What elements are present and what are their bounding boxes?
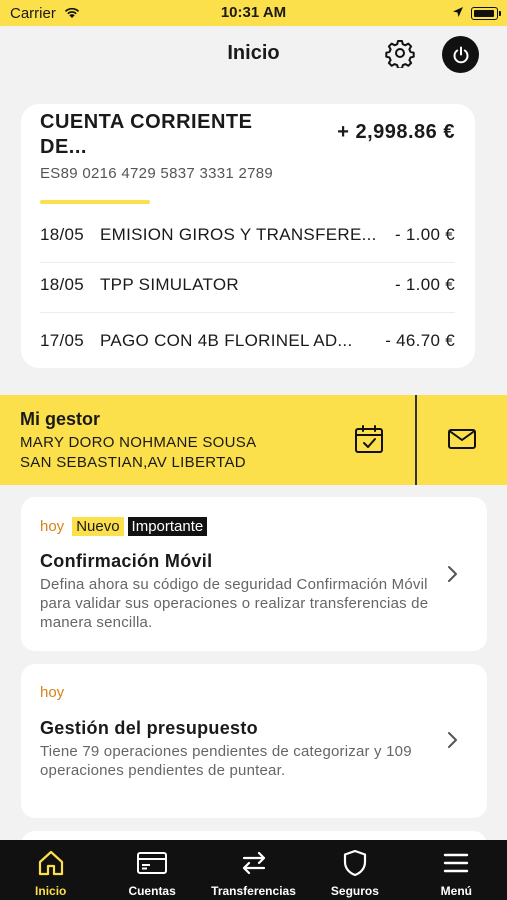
manager-panel: Mi gestor MARY DORO NOHMANE SOUSA SAN SE… bbox=[0, 395, 507, 485]
home-icon bbox=[38, 850, 63, 876]
tab-menu[interactable]: Menú bbox=[406, 840, 507, 900]
tab-label: Seguros bbox=[330, 884, 379, 898]
transaction-date: 18/05 bbox=[40, 275, 85, 294]
notification-card[interactable]: hoy Nuevo Importante Confirmación Móvil … bbox=[21, 497, 487, 651]
header: Inicio bbox=[0, 26, 507, 86]
account-balance: + 2,998.86 € bbox=[337, 121, 455, 143]
battery-icon bbox=[471, 7, 501, 20]
transaction-concept: PAGO CON 4B FLORINEL AD... bbox=[100, 330, 353, 350]
transaction-row[interactable]: 18/05 TPP SIMULATOR - 1.00 € bbox=[40, 258, 455, 313]
tab-cuentas[interactable]: Cuentas bbox=[101, 840, 202, 900]
divider bbox=[415, 395, 417, 485]
notification-date: hoy bbox=[40, 518, 65, 535]
account-iban: ES89 0216 4729 5837 3331 2789 bbox=[40, 165, 274, 182]
notification-body: Defina ahora su código de seguridad Conf… bbox=[40, 576, 429, 631]
calendar-appointment-icon[interactable] bbox=[354, 424, 384, 454]
power-icon bbox=[453, 46, 468, 63]
tab-transferencias[interactable]: Transferencias bbox=[203, 840, 304, 900]
chevron-right-icon bbox=[448, 732, 457, 748]
account-name: CUENTA CORRIENTE DE... bbox=[40, 111, 253, 158]
transaction-row[interactable]: 18/05 EMISION GIROS Y TRANSFERE... - 1.0… bbox=[40, 208, 455, 263]
tab-label: Inicio bbox=[35, 884, 67, 898]
notification-meta: hoy Nuevo Importante bbox=[40, 517, 208, 536]
tab-label: Cuentas bbox=[128, 884, 176, 898]
transaction-concept: TPP SIMULATOR bbox=[100, 275, 239, 294]
transfer-icon bbox=[242, 851, 265, 875]
transaction-amount: - 1.00 € bbox=[394, 275, 455, 294]
important-badge: Importante bbox=[127, 517, 208, 536]
notification-title: Gestión del presupuesto bbox=[40, 718, 258, 738]
location-arrow-icon bbox=[453, 7, 463, 17]
account-card[interactable]: CUENTA CORRIENTE DE... + 2,998.86 € ES89… bbox=[21, 104, 475, 368]
status-bar: Carrier 10:31 AM bbox=[0, 0, 507, 26]
clock: 10:31 AM bbox=[220, 4, 287, 21]
tab-bar: Inicio Cuentas Transferencias Seguros Me… bbox=[0, 840, 507, 900]
transaction-amount: - 1.00 € bbox=[394, 225, 455, 244]
notification-card[interactable]: hoy Gestión del presupuesto Tiene 79 ope… bbox=[21, 664, 487, 818]
tab-label: Transferencias bbox=[211, 884, 296, 898]
menu-icon bbox=[444, 853, 469, 873]
chevron-right-icon bbox=[448, 566, 457, 582]
manager-label: Mi gestor bbox=[20, 409, 101, 429]
manager-office: SAN SEBASTIAN,AV LIBERTAD bbox=[20, 454, 246, 471]
page-title: Inicio bbox=[227, 42, 280, 64]
mail-icon[interactable] bbox=[448, 428, 476, 450]
settings-gear-icon[interactable] bbox=[385, 38, 415, 68]
transaction-row[interactable]: 17/05 PAGO CON 4B FLORINEL AD... - 46.70… bbox=[40, 313, 455, 368]
card-icon bbox=[137, 852, 168, 874]
shield-icon bbox=[343, 849, 367, 877]
notification-meta: hoy bbox=[40, 684, 64, 701]
notification-date: hoy bbox=[40, 684, 65, 701]
transaction-date: 18/05 bbox=[40, 225, 85, 244]
tab-label: Menú bbox=[440, 884, 472, 898]
transaction-date: 17/05 bbox=[40, 330, 85, 350]
new-badge: Nuevo bbox=[72, 517, 124, 536]
manager-name: MARY DORO NOHMANE SOUSA bbox=[20, 434, 257, 451]
accent-underline bbox=[40, 200, 150, 204]
notification-title: Confirmación Móvil bbox=[40, 551, 213, 571]
transaction-concept: EMISION GIROS Y TRANSFERE... bbox=[100, 225, 377, 244]
tab-inicio[interactable]: Inicio bbox=[0, 840, 101, 900]
notification-body: Tiene 79 operaciones pendientes de categ… bbox=[40, 743, 412, 779]
tab-seguros[interactable]: Seguros bbox=[304, 840, 405, 900]
logout-power-button[interactable] bbox=[442, 36, 479, 73]
transaction-amount: - 46.70 € bbox=[385, 330, 455, 350]
